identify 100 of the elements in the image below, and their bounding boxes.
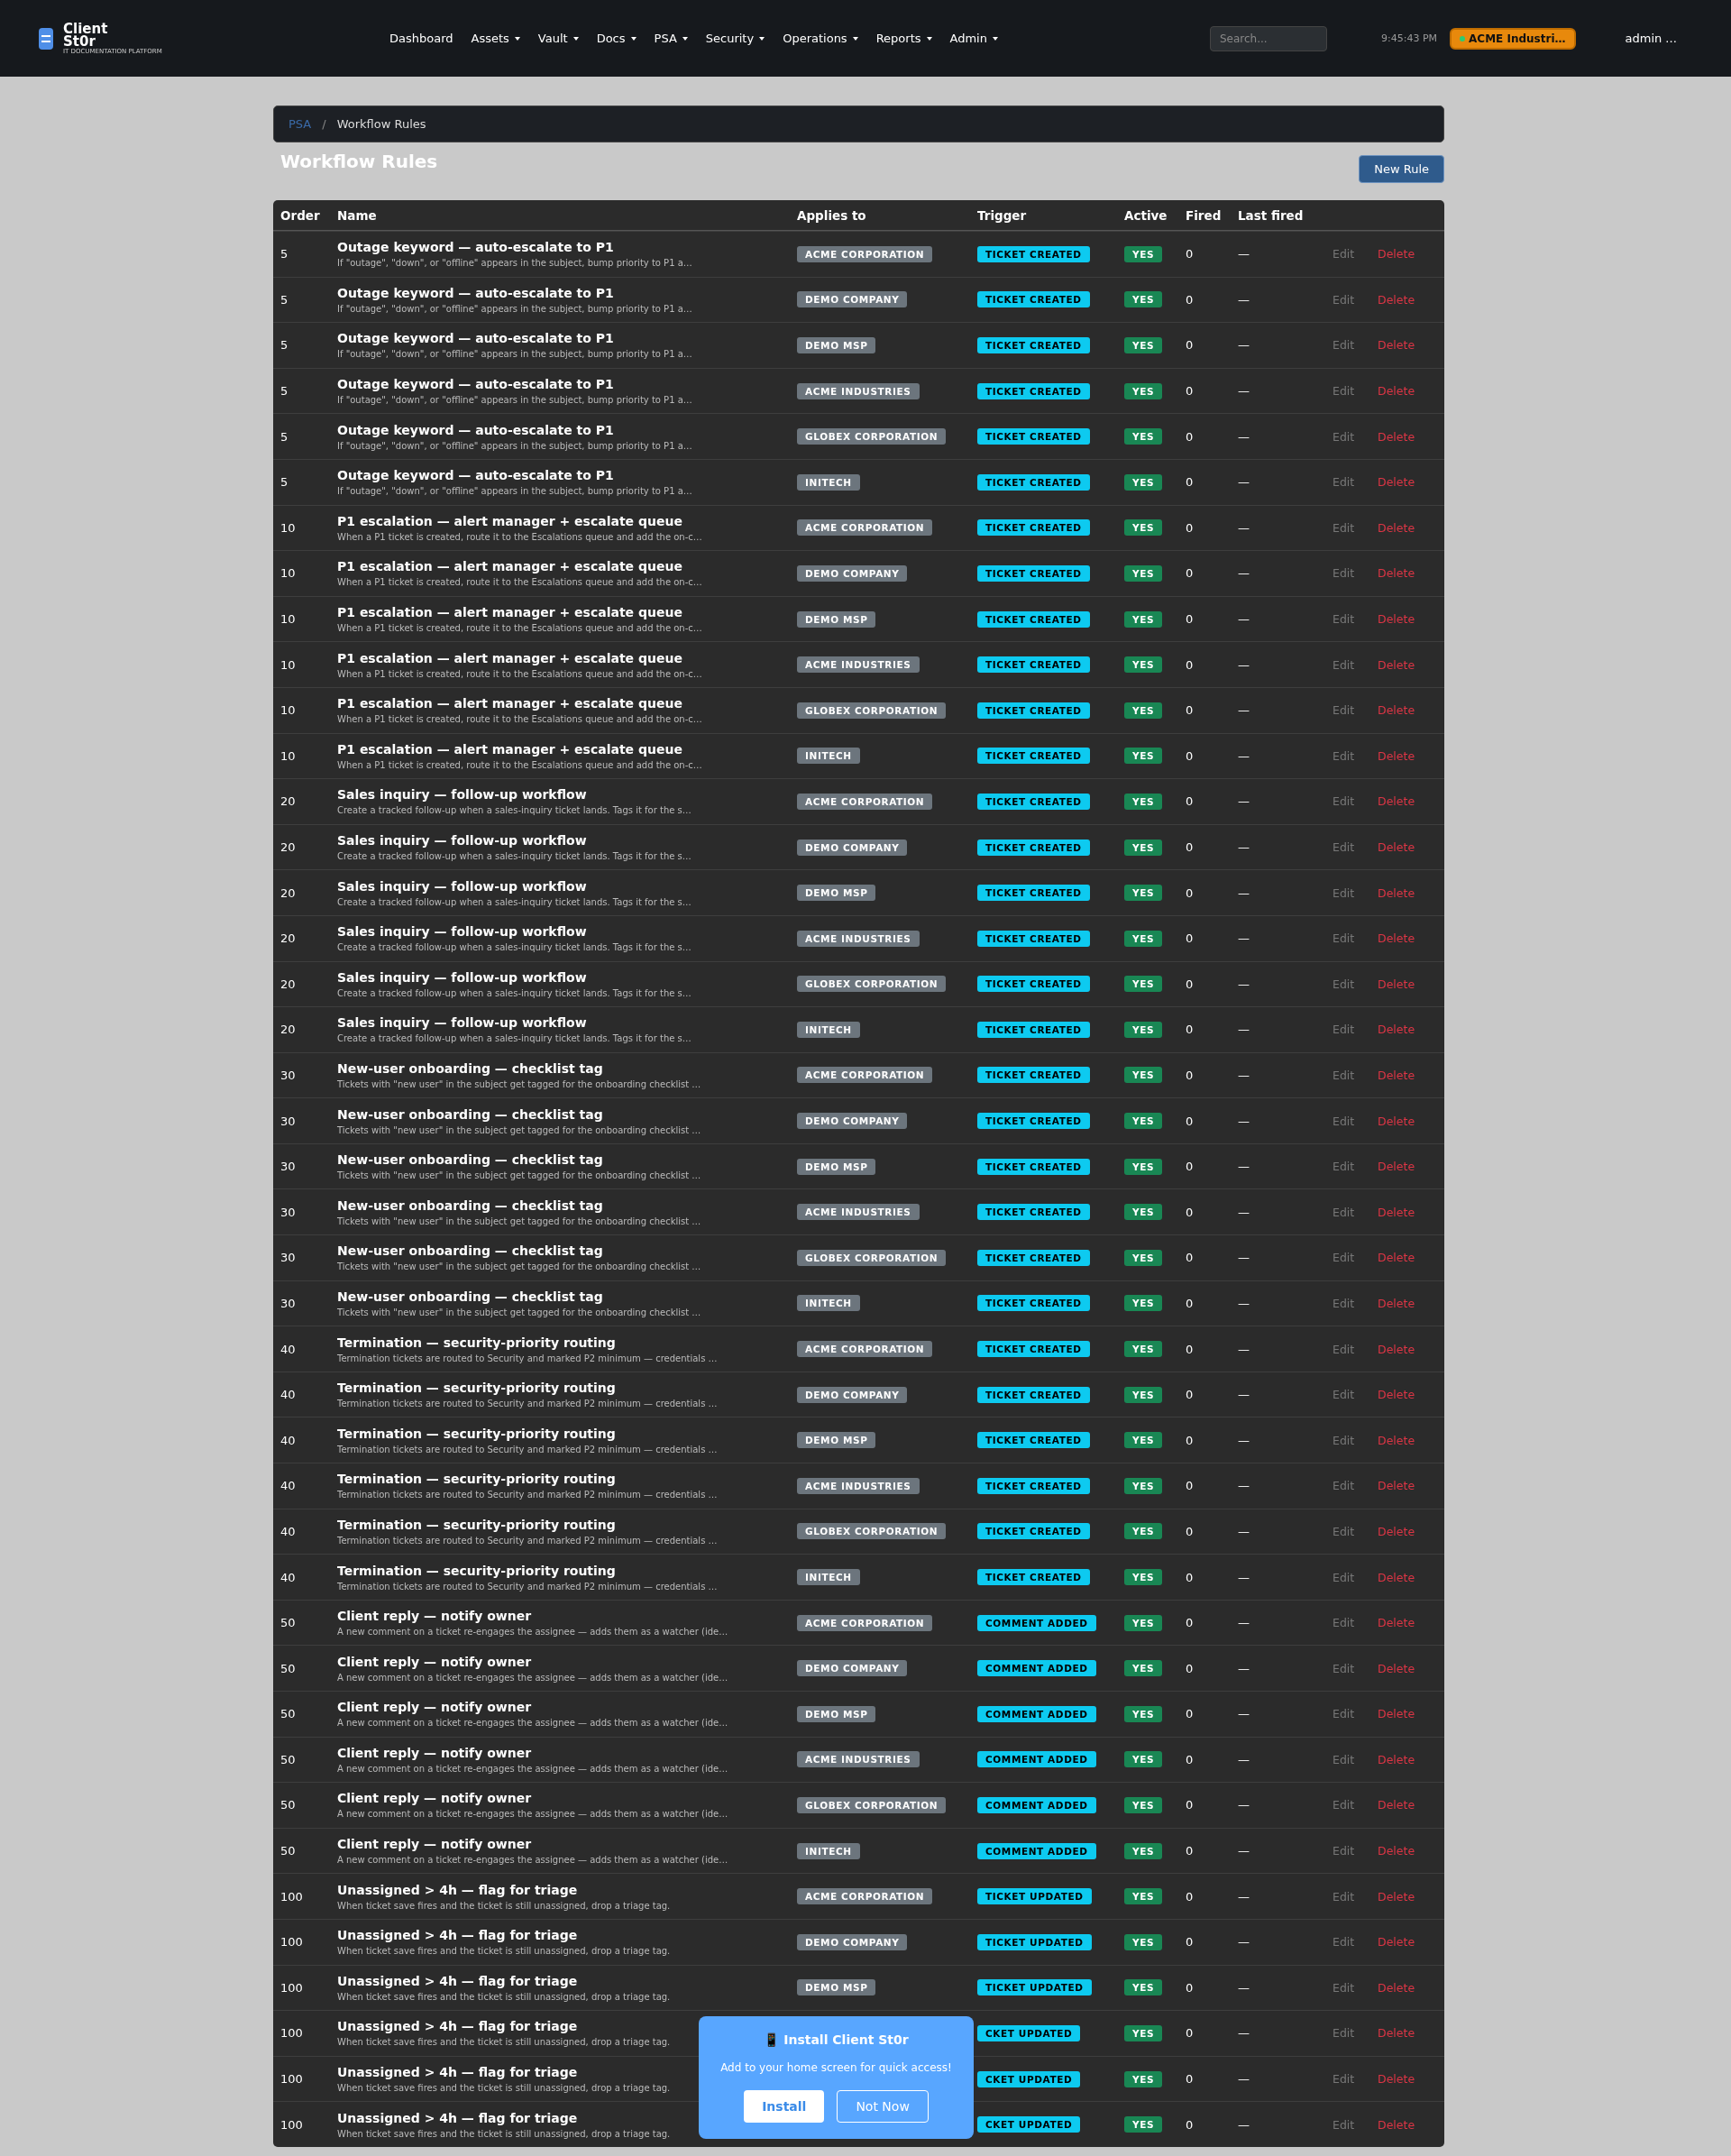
user-menu[interactable]: admin ...: [1625, 32, 1677, 45]
delete-link[interactable]: Delete: [1378, 1251, 1415, 1265]
delete-link[interactable]: Delete: [1378, 657, 1415, 672]
edit-link[interactable]: Edit: [1333, 2072, 1355, 2087]
delete-link[interactable]: Delete: [1378, 1342, 1415, 1356]
edit-link[interactable]: Edit: [1333, 520, 1355, 535]
delete-link[interactable]: Delete: [1378, 1752, 1415, 1766]
delete-link[interactable]: Delete: [1378, 1479, 1415, 1493]
edit-link[interactable]: Edit: [1333, 885, 1355, 900]
delete-link[interactable]: Delete: [1378, 1114, 1415, 1128]
edit-link[interactable]: Edit: [1333, 1935, 1355, 1950]
search-field[interactable]: Search...: [1210, 25, 1327, 51]
nav-menu-item[interactable]: Docs: [596, 32, 637, 45]
edit-link[interactable]: Edit: [1333, 1114, 1355, 1128]
edit-link[interactable]: Edit: [1333, 1479, 1355, 1493]
delete-link[interactable]: Delete: [1378, 977, 1415, 991]
nav-menu-item[interactable]: Operations: [783, 32, 858, 45]
edit-link[interactable]: Edit: [1333, 657, 1355, 672]
edit-link[interactable]: Edit: [1333, 1752, 1355, 1766]
delete-link[interactable]: Delete: [1378, 1798, 1415, 1812]
delete-link[interactable]: Delete: [1378, 1388, 1415, 1402]
edit-link[interactable]: Edit: [1333, 247, 1355, 261]
edit-link[interactable]: Edit: [1333, 1661, 1355, 1675]
delete-link[interactable]: Delete: [1378, 885, 1415, 900]
edit-link[interactable]: Edit: [1333, 1570, 1355, 1584]
edit-link[interactable]: Edit: [1333, 1844, 1355, 1858]
edit-link[interactable]: Edit: [1333, 840, 1355, 854]
delete-link[interactable]: Delete: [1378, 292, 1415, 307]
delete-link[interactable]: Delete: [1378, 475, 1415, 490]
delete-link[interactable]: Delete: [1378, 2072, 1415, 2087]
delete-link[interactable]: Delete: [1378, 1980, 1415, 1995]
edit-link[interactable]: Edit: [1333, 977, 1355, 991]
edit-link[interactable]: Edit: [1333, 1205, 1355, 1219]
edit-link[interactable]: Edit: [1333, 2026, 1355, 2041]
delete-link[interactable]: Delete: [1378, 612, 1415, 627]
delete-link[interactable]: Delete: [1378, 1160, 1415, 1174]
delete-link[interactable]: Delete: [1378, 520, 1415, 535]
edit-link[interactable]: Edit: [1333, 1798, 1355, 1812]
edit-link[interactable]: Edit: [1333, 794, 1355, 809]
delete-link[interactable]: Delete: [1378, 429, 1415, 444]
organization-switcher[interactable]: ACME Industri…: [1450, 27, 1576, 50]
edit-link[interactable]: Edit: [1333, 1889, 1355, 1904]
install-button[interactable]: Install: [744, 2090, 825, 2123]
delete-link[interactable]: Delete: [1378, 384, 1415, 399]
delete-link[interactable]: Delete: [1378, 2117, 1415, 2132]
delete-link[interactable]: Delete: [1378, 1205, 1415, 1219]
delete-link[interactable]: Delete: [1378, 1069, 1415, 1082]
nav-menu-item[interactable]: Admin: [949, 32, 998, 45]
delete-link[interactable]: Delete: [1378, 1935, 1415, 1950]
edit-link[interactable]: Edit: [1333, 1342, 1355, 1356]
not-now-button[interactable]: Not Now: [837, 2090, 929, 2123]
delete-link[interactable]: Delete: [1378, 2026, 1415, 2041]
delete-link[interactable]: Delete: [1378, 247, 1415, 261]
edit-link[interactable]: Edit: [1333, 703, 1355, 718]
edit-link[interactable]: Edit: [1333, 1069, 1355, 1082]
edit-link[interactable]: Edit: [1333, 1023, 1355, 1037]
delete-link[interactable]: Delete: [1378, 794, 1415, 809]
delete-link[interactable]: Delete: [1378, 1433, 1415, 1447]
delete-link[interactable]: Delete: [1378, 703, 1415, 718]
delete-link[interactable]: Delete: [1378, 1524, 1415, 1538]
edit-link[interactable]: Edit: [1333, 292, 1355, 307]
edit-link[interactable]: Edit: [1333, 1251, 1355, 1265]
delete-link[interactable]: Delete: [1378, 1296, 1415, 1310]
delete-link[interactable]: Delete: [1378, 1570, 1415, 1584]
edit-link[interactable]: Edit: [1333, 1616, 1355, 1630]
delete-link[interactable]: Delete: [1378, 748, 1415, 763]
breadcrumb-link[interactable]: PSA: [288, 117, 312, 131]
edit-link[interactable]: Edit: [1333, 931, 1355, 946]
nav-menu-item[interactable]: Dashboard: [389, 32, 453, 45]
delete-link[interactable]: Delete: [1378, 338, 1415, 353]
delete-link[interactable]: Delete: [1378, 1023, 1415, 1037]
delete-link[interactable]: Delete: [1378, 1844, 1415, 1858]
nav-menu-item[interactable]: Assets: [471, 32, 520, 45]
delete-link[interactable]: Delete: [1378, 566, 1415, 581]
delete-link[interactable]: Delete: [1378, 931, 1415, 946]
nav-menu-item[interactable]: PSA: [654, 32, 688, 45]
edit-link[interactable]: Edit: [1333, 1433, 1355, 1447]
delete-link[interactable]: Delete: [1378, 840, 1415, 854]
edit-link[interactable]: Edit: [1333, 1707, 1355, 1721]
edit-link[interactable]: Edit: [1333, 1524, 1355, 1538]
nav-menu-item[interactable]: Vault: [537, 32, 579, 45]
edit-link[interactable]: Edit: [1333, 566, 1355, 581]
edit-link[interactable]: Edit: [1333, 748, 1355, 763]
edit-link[interactable]: Edit: [1333, 612, 1355, 627]
new-rule-button[interactable]: New Rule: [1359, 155, 1444, 183]
edit-link[interactable]: Edit: [1333, 1160, 1355, 1174]
nav-menu-item[interactable]: Security: [705, 32, 765, 45]
delete-link[interactable]: Delete: [1378, 1889, 1415, 1904]
delete-link[interactable]: Delete: [1378, 1616, 1415, 1630]
nav-menu-item[interactable]: Reports: [875, 32, 932, 45]
delete-link[interactable]: Delete: [1378, 1661, 1415, 1675]
edit-link[interactable]: Edit: [1333, 338, 1355, 353]
delete-link[interactable]: Delete: [1378, 1707, 1415, 1721]
edit-link[interactable]: Edit: [1333, 1388, 1355, 1402]
edit-link[interactable]: Edit: [1333, 1296, 1355, 1310]
edit-link[interactable]: Edit: [1333, 384, 1355, 399]
edit-link[interactable]: Edit: [1333, 475, 1355, 490]
edit-link[interactable]: Edit: [1333, 1980, 1355, 1995]
edit-link[interactable]: Edit: [1333, 2117, 1355, 2132]
edit-link[interactable]: Edit: [1333, 429, 1355, 444]
